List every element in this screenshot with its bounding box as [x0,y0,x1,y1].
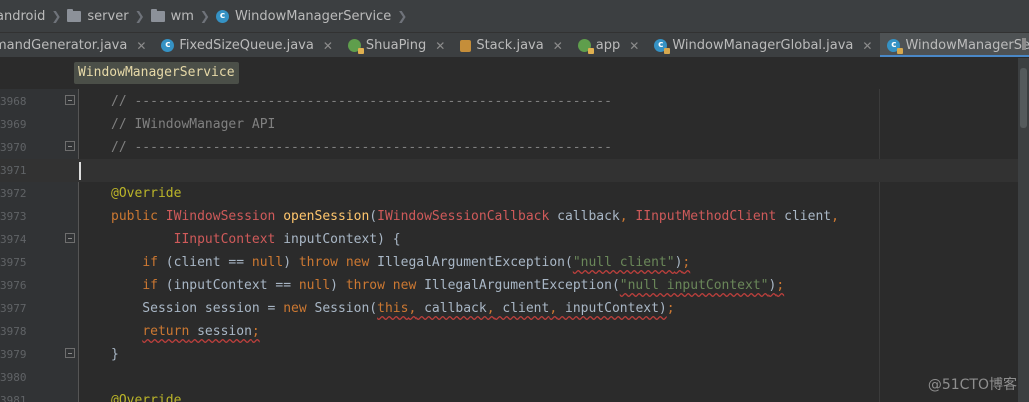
close-icon[interactable]: ✕ [136,39,146,53]
watermark: @51CTO博客 [927,377,1017,393]
tab-windowmanagerglobal[interactable]: c WindowManagerGlobal.java ✕ [647,33,880,57]
tab-app[interactable]: app ✕ [571,33,648,57]
folder-icon [67,8,82,22]
code-line[interactable]: 3979 } [0,343,1018,366]
code-line[interactable]: 3972 @Override [0,182,1018,205]
line-number: 3973 [0,210,27,223]
line-number: 3979 [0,348,27,361]
code-line[interactable]: 3977 Session session = new Session(this,… [0,297,1018,320]
code-text: IInputContext inputContext) { [173,232,401,247]
stack-file-icon [460,39,472,52]
code-text: // -------------------------------------… [111,94,612,109]
breadcrumb-item-android[interactable]: android ❯ [0,0,67,32]
close-icon[interactable]: ✕ [862,39,872,53]
breadcrumb-label: server [87,8,129,24]
chevron-right-icon: ❯ [51,9,62,23]
tab-label: ShuaPing [365,38,427,53]
run-config-icon [577,39,594,54]
breadcrumb-item-windowmanagerservice[interactable]: c WindowManagerService ❯ [215,0,413,32]
line-number: 3968 [0,95,27,108]
close-icon[interactable]: ✕ [629,39,639,53]
class-icon: c [161,39,175,52]
line-number: 3974 [0,233,27,246]
code-line[interactable]: 3981 @Override [0,389,1018,402]
breadcrumb: android ❯ server ❯ wm ❯ c WindowManagerS… [0,0,1029,33]
code-line[interactable]: 3968 // --------------------------------… [0,90,1018,113]
tab-label: Stack.java [476,38,544,53]
tab-label: WindowManagerGlobal.java [672,38,854,53]
fold-icon[interactable] [65,95,75,105]
tab-label: mandGenerator.java [0,38,128,53]
line-number: 3980 [0,371,27,384]
line-number: 3972 [0,187,27,200]
code-line[interactable]: 3980 [0,366,1018,389]
vertical-scrollbar[interactable] [1018,58,1029,402]
chevron-right-icon: ❯ [397,9,408,23]
close-icon[interactable]: ✕ [435,39,445,53]
line-number: 3969 [0,118,27,131]
close-icon[interactable]: ✕ [553,39,563,53]
code-line[interactable]: 3974 IInputContext inputContext) { [0,228,1018,251]
locked-class-icon: c [887,39,904,54]
breadcrumb-label: android [0,8,46,24]
code-line[interactable]: 3973 public IWindowSession openSession(I… [0,205,1018,228]
class-name-tooltip: WindowManagerService [74,62,239,84]
code-line[interactable]: 3970 // --------------------------------… [0,136,1018,159]
code-text: // -------------------------------------… [111,140,612,155]
close-icon[interactable]: ✕ [323,39,333,53]
line-number: 3981 [0,394,27,402]
tab-shuaping[interactable]: ShuaPing ✕ [341,33,453,57]
chevron-right-icon: ❯ [134,9,145,23]
run-config-icon [347,39,364,54]
code-text: Session session = new Session(this, call… [111,301,675,316]
code-line-current[interactable]: 3971 [0,159,1018,182]
fold-icon[interactable] [65,141,75,151]
breadcrumb-item-wm[interactable]: wm ❯ [150,0,216,32]
code-text: if (inputContext == null) throw new Ille… [142,278,785,293]
chevron-right-icon: ❯ [199,9,210,23]
code-text: public IWindowSession openSession(IWindo… [111,209,839,224]
line-number: 3976 [0,279,27,292]
code-line[interactable]: 3975 if (client == null) throw new Illeg… [0,251,1018,274]
code-text: return session; [142,324,260,339]
folder-icon [150,8,165,22]
line-number: 3975 [0,256,27,269]
breadcrumb-label: wm [170,8,194,24]
scrollbar-thumb[interactable] [1020,68,1027,128]
code-text: // IWindowManager API [111,117,276,132]
tabs-overflow-icon[interactable] [1022,38,1026,50]
line-number: 3971 [0,164,27,177]
breadcrumb-item-server[interactable]: server ❯ [67,0,150,32]
code-text: @Override [111,186,182,201]
code-text: } [111,347,119,362]
tab-stack[interactable]: Stack.java ✕ [453,33,570,57]
code-text: if (client == null) throw new IllegalArg… [142,255,691,270]
locked-class-icon: c [654,39,671,54]
code-line[interactable]: 3969 // IWindowManager API [0,113,1018,136]
code-line[interactable]: 3976 if (inputContext == null) throw new… [0,274,1018,297]
tab-commandgenerator[interactable]: mandGenerator.java ✕ [0,33,154,57]
breadcrumb-label: WindowManagerService [234,8,392,24]
class-icon: c [215,9,229,23]
tab-fixedsizequeue[interactable]: c FixedSizeQueue.java ✕ [154,33,341,57]
code-editor[interactable]: 3968 // --------------------------------… [0,89,1018,402]
tab-label: FixedSizeQueue.java [179,38,314,53]
line-number: 3977 [0,302,27,315]
tab-windowmanagerservice[interactable]: c WindowManagerService.java ✕ [880,33,1029,57]
code-line[interactable]: 3978 return session; [0,320,1018,343]
text-caret [79,162,81,180]
line-number: 3970 [0,141,27,154]
tab-label: app [595,38,621,53]
line-number: 3978 [0,325,27,338]
code-text: @Override [111,393,182,402]
tab-label: WindowManagerService.java [905,38,1029,53]
editor-tabs: mandGenerator.java ✕ c FixedSizeQueue.ja… [0,33,1029,58]
fold-icon[interactable] [65,348,75,358]
fold-icon[interactable] [65,233,75,243]
